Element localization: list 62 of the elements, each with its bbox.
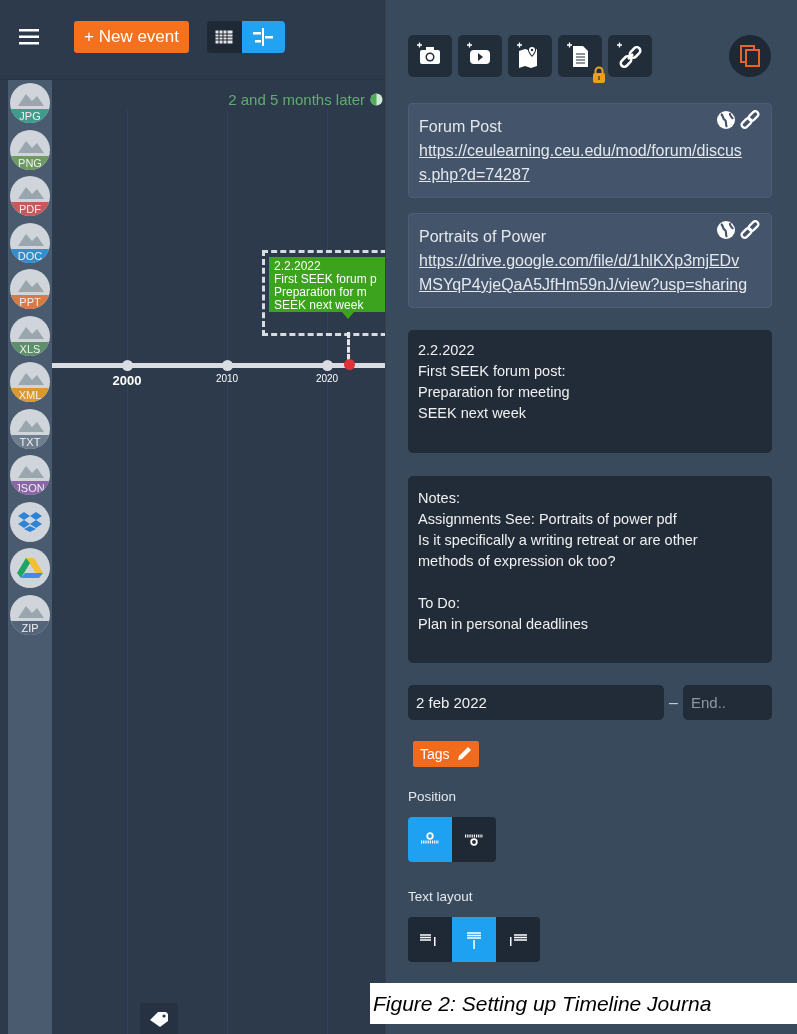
duration-label: 2 and 5 months later	[228, 91, 365, 108]
year-label: 2020	[315, 373, 339, 384]
year-label: 2010	[215, 373, 239, 384]
event-marker[interactable]	[344, 359, 355, 370]
tag-icon	[149, 1011, 169, 1027]
file-source-button[interactable]: TXT	[10, 408, 50, 449]
link-icon[interactable]	[740, 110, 760, 130]
copy-icon	[740, 45, 760, 67]
link-url[interactable]: https://ceulearning.ceu.edu/mod/forum/discuss.php?d=74287	[419, 139, 757, 187]
year-tick	[122, 360, 133, 371]
year-label: 2000	[112, 373, 142, 388]
triangle-icon	[17, 557, 43, 579]
box-stack-icon	[17, 510, 43, 533]
table-view-button[interactable]	[207, 20, 242, 53]
description-field[interactable]: 2.2.2022 First SEEK forum post: Preparation for meeting SEEK next week	[408, 330, 772, 453]
copy-button[interactable]	[729, 35, 771, 77]
add-link-icon	[616, 42, 644, 70]
tags-button[interactable]: Tags	[413, 741, 479, 767]
pencil-icon	[455, 746, 472, 762]
menu-icon[interactable]	[19, 28, 39, 45]
link-title: Forum Post	[419, 117, 502, 137]
file-source-button[interactable]	[10, 548, 50, 588]
event-card[interactable]: 2.2.2022 First SEEK forum p Preparation for m SEEK next week	[269, 257, 385, 312]
file-source-button[interactable]: ZIP	[10, 594, 50, 635]
align-left-button[interactable]	[408, 917, 452, 962]
half-circle-icon	[370, 93, 383, 106]
end-date-field[interactable]: End..	[683, 685, 772, 720]
link-icon[interactable]	[740, 220, 760, 240]
file-source-button[interactable]: PPT	[10, 269, 50, 309]
section-label: Position	[408, 789, 458, 806]
section-label: Text layout	[408, 889, 474, 906]
date-separator: –	[668, 693, 679, 712]
file-source-button[interactable]: PNG	[10, 129, 50, 170]
link-title: Portraits of Power	[419, 227, 547, 247]
year-tick	[322, 360, 333, 371]
add-link-button[interactable]	[608, 35, 652, 77]
timeline-icon	[253, 27, 274, 46]
add-photo-button[interactable]	[408, 35, 452, 77]
link-url[interactable]: https://drive.google.com/file/d/1hlKXp3mjEDvMSYqP4yjeQaA5JfHm59nJ/view?usp=sharing	[419, 249, 757, 297]
add-document-button[interactable]	[558, 35, 602, 77]
add-video-button[interactable]	[458, 35, 502, 77]
notes-field[interactable]: Notes: Assignments See: Portraits of power pdf Is it specifically a writing retreat or are other methods of expression ok too? To Do: Plan in personal deadlines	[408, 476, 772, 663]
file-source-button[interactable]: JPG	[10, 83, 50, 123]
file-source-button[interactable]	[10, 501, 50, 542]
tag-button[interactable]	[140, 1003, 178, 1034]
add-map-button[interactable]	[508, 35, 552, 77]
pointer-icon	[342, 312, 354, 319]
year-tick	[222, 360, 233, 371]
new-event-button[interactable]: + New event	[74, 20, 189, 53]
file-source-button[interactable]: XLS	[10, 315, 50, 356]
file-source-button[interactable]: XML	[10, 362, 50, 402]
figure-caption: Figure 2: Setting up Timeline Journa	[372, 991, 712, 1016]
marker-below-button[interactable]	[452, 817, 496, 862]
file-source-button[interactable]: DOC	[10, 222, 50, 263]
start-date-field[interactable]: 2 feb 2022	[408, 685, 665, 720]
marker-above-button[interactable]	[408, 817, 452, 862]
file-source-button[interactable]: PDF	[10, 176, 50, 216]
table-icon	[215, 29, 234, 44]
timeline-view-button[interactable]	[242, 20, 285, 53]
globe-icon[interactable]	[716, 220, 736, 240]
align-right-button[interactable]	[496, 917, 540, 962]
globe-icon[interactable]	[716, 110, 736, 130]
